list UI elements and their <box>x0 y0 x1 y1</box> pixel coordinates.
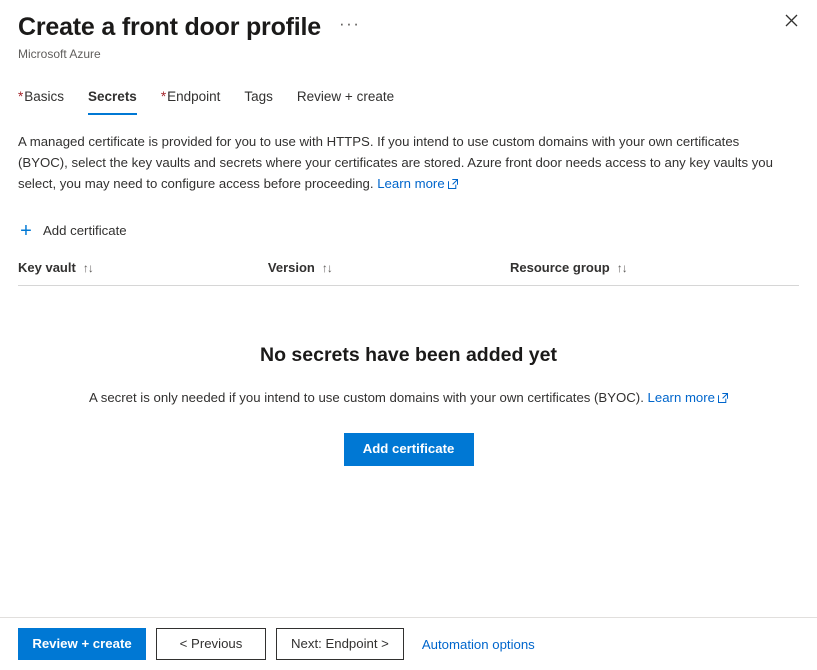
automation-options-link[interactable]: Automation options <box>422 637 535 652</box>
blade-header: Create a front door profile ··· Microsof… <box>0 0 817 62</box>
tab-tags-label: Tags <box>244 89 273 104</box>
empty-state-title: No secrets have been added yet <box>260 343 557 366</box>
review-create-button[interactable]: Review + create <box>18 628 146 660</box>
secrets-table-wrapper: Key vault ↑↓ Version ↑↓ Resource group ↑↓ <box>0 259 817 286</box>
add-certificate-command-label: Add certificate <box>43 223 127 238</box>
add-certificate-command[interactable]: + Add certificate <box>18 219 127 242</box>
empty-state-subtitle: A secret is only needed if you intend to… <box>18 388 799 409</box>
wizard-footer: Review + create < Previous Next: Endpoin… <box>0 617 817 670</box>
more-options-icon[interactable]: ··· <box>335 15 364 38</box>
wizard-tabs: *Basics Secrets *Endpoint Tags Review + … <box>0 82 817 115</box>
empty-state: No secrets have been added yet A secret … <box>0 342 817 466</box>
column-header-version-label: Version <box>267 259 315 275</box>
description-learn-more-link[interactable]: Learn more <box>377 176 444 191</box>
column-header-key-vault-label: Key vault <box>18 259 76 275</box>
tab-secrets-label: Secrets <box>88 89 137 104</box>
tab-basics[interactable]: *Basics <box>18 82 76 115</box>
required-asterisk: * <box>160 89 167 104</box>
external-link-icon <box>718 389 728 409</box>
external-link-icon <box>447 174 458 195</box>
sort-icon[interactable]: ↑↓ <box>322 261 333 275</box>
empty-state-learn-more-link[interactable]: Learn more <box>648 390 715 405</box>
previous-button[interactable]: < Previous <box>156 628 266 660</box>
next-endpoint-button[interactable]: Next: Endpoint > <box>276 628 404 660</box>
tab-endpoint-label: Endpoint <box>167 89 221 104</box>
plus-icon: + <box>20 219 32 242</box>
column-header-version[interactable]: Version ↑↓ <box>267 259 511 286</box>
secrets-table: Key vault ↑↓ Version ↑↓ Resource group ↑↓ <box>18 259 799 286</box>
sort-icon[interactable]: ↑↓ <box>83 261 94 275</box>
table-header: Key vault ↑↓ Version ↑↓ Resource group ↑↓ <box>18 259 799 286</box>
close-icon[interactable] <box>777 6 805 34</box>
required-asterisk: * <box>18 89 24 104</box>
command-bar: + Add certificate <box>0 221 817 242</box>
tab-basics-label: Basics <box>24 89 65 104</box>
column-header-key-vault[interactable]: Key vault ↑↓ <box>18 259 268 286</box>
column-header-resource-group-label: Resource group <box>510 259 610 275</box>
tab-endpoint[interactable]: *Endpoint <box>149 82 233 115</box>
add-certificate-button[interactable]: Add certificate <box>343 432 474 466</box>
tab-secrets[interactable]: Secrets <box>76 82 149 115</box>
table-header-row: Key vault ↑↓ Version ↑↓ Resource group ↑↓ <box>18 259 799 286</box>
empty-state-subtitle-text: A secret is only needed if you intend to… <box>89 389 644 405</box>
page-title: Create a front door profile <box>18 13 321 41</box>
page-subtitle: Microsoft Azure <box>18 47 101 61</box>
tab-tags[interactable]: Tags <box>232 82 285 115</box>
column-header-resource-group[interactable]: Resource group ↑↓ <box>510 259 799 286</box>
sort-icon[interactable]: ↑↓ <box>617 261 628 275</box>
description-text: A managed certificate is provided for yo… <box>0 131 800 195</box>
title-row: Create a front door profile ··· <box>18 12 799 42</box>
tab-review-create-label: Review + create <box>296 89 395 104</box>
tab-review-create[interactable]: Review + create <box>285 82 406 115</box>
